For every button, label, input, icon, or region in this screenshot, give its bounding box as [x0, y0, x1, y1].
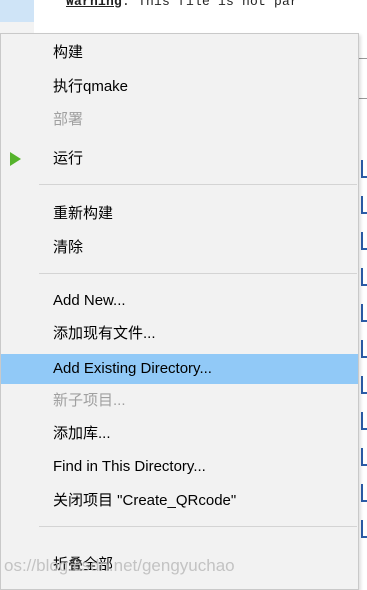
- warning-text: : This file is not par: [122, 0, 299, 9]
- menu-item-rebuild[interactable]: 重新构建: [1, 199, 358, 229]
- menu-item-new-subproject: 新子项目...: [1, 386, 358, 416]
- menu-item-add-existing-files[interactable]: 添加现有文件...: [1, 319, 358, 349]
- menu-item-label: 清除: [53, 239, 84, 256]
- menu-separator: [39, 184, 357, 185]
- menu-item-find-in-directory[interactable]: Find in This Directory...: [1, 452, 358, 482]
- menu-item-label: Add New...: [53, 292, 126, 309]
- menu-item-label: 重新构建: [53, 205, 114, 222]
- menu-item-clean[interactable]: 清除: [1, 233, 358, 263]
- menu-item-label: 运行: [53, 150, 84, 167]
- menu-item-label: 添加现有文件...: [53, 325, 156, 342]
- menu-separator: [39, 526, 357, 527]
- editor-warning-line: Warning: This file is not par: [66, 0, 298, 9]
- menu-item-label: 折叠全部: [53, 556, 114, 573]
- menu-item-label: 新子项目...: [53, 392, 126, 409]
- menu-item-add-new[interactable]: Add New...: [1, 286, 358, 316]
- edge-bracket: [361, 232, 367, 250]
- edge-bracket: [361, 412, 367, 430]
- menu-item-label: 部署: [53, 111, 84, 128]
- menu-item-add-library[interactable]: 添加库...: [1, 419, 358, 449]
- menu-separator: [39, 273, 357, 274]
- menu-item-label: 关闭项目 "Create_QRcode": [53, 492, 237, 509]
- warning-label: Warning: [66, 0, 123, 9]
- run-triangle-icon: [10, 152, 21, 166]
- menu-item-run[interactable]: 运行: [1, 144, 358, 174]
- selected-row-highlight: [0, 0, 34, 22]
- menu-item-build[interactable]: 构建: [1, 38, 358, 68]
- menu-item-add-existing-directory[interactable]: Add Existing Directory...: [1, 354, 358, 384]
- menu-item-close-project[interactable]: 关闭项目 "Create_QRcode": [1, 486, 358, 516]
- edge-bracket: [361, 304, 367, 322]
- menu-item-label: Add Existing Directory...: [53, 360, 212, 377]
- edge-bracket: [361, 376, 367, 394]
- edge-bracket: [361, 520, 367, 538]
- menu-item-label: 添加库...: [53, 425, 111, 442]
- menu-item-label: 执行qmake: [53, 78, 129, 95]
- menu-item-collapse-all[interactable]: 折叠全部: [1, 550, 358, 580]
- edge-bracket: [361, 160, 367, 178]
- menu-item-deploy: 部署: [1, 105, 358, 135]
- edge-bracket: [361, 448, 367, 466]
- edge-bracket: [361, 340, 367, 358]
- project-context-menu: 构建 执行qmake 部署 运行 重新构建 清除 Add New... 添加现有…: [0, 33, 359, 590]
- editor-right-edge: [357, 30, 367, 590]
- edge-bracket: [361, 196, 367, 214]
- edge-bracket: [361, 484, 367, 502]
- edge-bracket: [361, 268, 367, 286]
- menu-item-run-qmake[interactable]: 执行qmake: [1, 72, 358, 102]
- menu-item-label: Find in This Directory...: [53, 458, 206, 475]
- menu-item-label: 构建: [53, 44, 84, 61]
